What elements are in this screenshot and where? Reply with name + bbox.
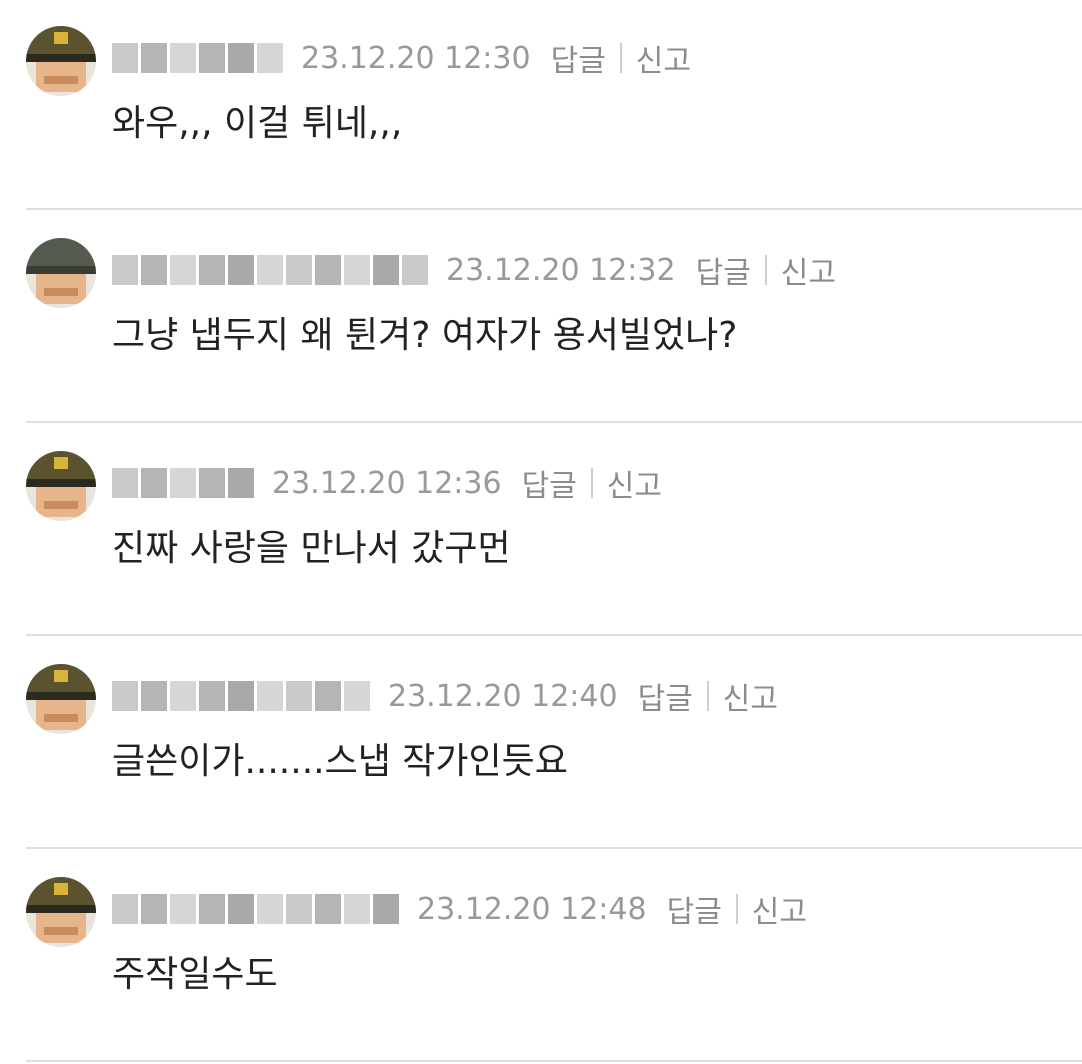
separator (619, 43, 622, 73)
comment-item: 23.12.20 12:30 답글 신고 와우,,, 이걸 튀네,,, (0, 26, 1082, 196)
comment-divider (26, 421, 1082, 423)
comment-text: 주작일수도 (112, 954, 278, 995)
comment-text: 글쓴이가.......스냅 작가인듯요 (112, 741, 568, 782)
comment-date: 23.12.20 12:30 (301, 40, 531, 76)
nickname-blurred[interactable] (112, 679, 370, 713)
comment-date: 23.12.20 12:48 (417, 891, 647, 927)
user-avatar[interactable] (26, 451, 96, 521)
user-avatar[interactable] (26, 238, 96, 308)
reply-button[interactable]: 답글 (522, 461, 577, 505)
comment-divider (26, 208, 1082, 210)
comment-item: 23.12.20 12:40 답글 신고 글쓴이가.......스냅 작가인듯요 (0, 664, 1082, 834)
comment-item: 23.12.20 12:48 답글 신고 주작일수도 (0, 877, 1082, 1047)
separator (706, 681, 709, 711)
report-button[interactable]: 신고 (607, 461, 662, 505)
comment-divider (26, 634, 1082, 636)
separator (764, 255, 767, 285)
comment-item: 23.12.20 12:36 답글 신고 진짜 사랑을 만나서 갔구먼 (0, 451, 1082, 621)
comment-date: 23.12.20 12:32 (446, 252, 676, 288)
comment-text: 그냥 냅두지 왜 튄겨? 여자가 용서빌었나? (112, 315, 738, 356)
nickname-blurred[interactable] (112, 466, 254, 500)
separator (590, 468, 593, 498)
user-avatar[interactable] (26, 664, 96, 734)
report-button[interactable]: 신고 (723, 674, 778, 718)
reply-button[interactable]: 답글 (638, 674, 693, 718)
comment-divider (26, 847, 1082, 849)
user-avatar[interactable] (26, 26, 96, 96)
comment-item: 23.12.20 12:32 답글 신고 그냥 냅두지 왜 튄겨? 여자가 용서… (0, 238, 1082, 408)
comment-date: 23.12.20 12:36 (272, 465, 502, 501)
comment-text: 진짜 사랑을 만나서 갔구먼 (112, 528, 511, 569)
comment-date: 23.12.20 12:40 (388, 678, 618, 714)
nickname-blurred[interactable] (112, 41, 283, 75)
report-button[interactable]: 신고 (752, 887, 807, 931)
comment-text: 와우,,, 이걸 튀네,,, (112, 103, 403, 144)
separator (735, 894, 738, 924)
report-button[interactable]: 신고 (636, 36, 691, 80)
reply-button[interactable]: 답글 (667, 887, 722, 931)
report-button[interactable]: 신고 (781, 248, 836, 292)
user-avatar[interactable] (26, 877, 96, 947)
reply-button[interactable]: 답글 (551, 36, 606, 80)
nickname-blurred[interactable] (112, 253, 428, 287)
comment-divider (26, 1060, 1082, 1062)
nickname-blurred[interactable] (112, 892, 399, 926)
reply-button[interactable]: 답글 (696, 248, 751, 292)
